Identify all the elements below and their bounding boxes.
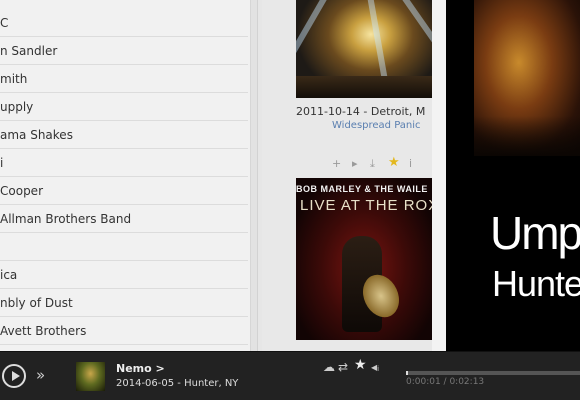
artist-list-item[interactable]: Avett Brothers xyxy=(0,317,248,345)
plus-icon[interactable]: + xyxy=(332,157,341,171)
album-date-venue[interactable]: 2011-10-14 - Detroit, M xyxy=(296,105,446,118)
artist-name: ica xyxy=(0,268,18,282)
artist-sidebar: Cn Sandler mith upply ama Shakes i Cooper Allm… xyxy=(0,0,258,351)
player-bar: » Nemo > 2014-06-05 - Hunter, NY ☁ ⇄ ★ ◂… xyxy=(0,351,580,400)
artist-list-item[interactable]: Cooper xyxy=(0,177,248,205)
artist-name: i xyxy=(0,156,4,170)
time-readout: 0:00:01 / 0:02:13 xyxy=(406,377,485,387)
show-photo xyxy=(474,0,580,156)
app-window: Cn Sandler mith upply ama Shakes i Cooper Allm… xyxy=(0,0,580,400)
artist-list-item[interactable]: upply xyxy=(0,93,248,121)
artist-name: C xyxy=(0,16,9,30)
cloud-icon[interactable]: ☁ xyxy=(323,360,335,374)
artist-list-item[interactable]: mith xyxy=(0,65,248,93)
track-subtitle[interactable]: 2014-06-05 - Hunter, NY xyxy=(116,378,238,389)
progress-bar[interactable] xyxy=(406,371,580,375)
artist-list-item[interactable]: ica xyxy=(0,261,248,289)
play-icon[interactable]: ▸ xyxy=(352,157,358,171)
artist-list-item[interactable]: nbly of Dust xyxy=(0,289,248,317)
album-card[interactable]: BOB MARLEY & THE WAILE LIVE AT THE ROX xyxy=(296,178,446,340)
artist-list-item[interactable]: C xyxy=(0,9,248,37)
artist-list-item[interactable]: i xyxy=(0,149,248,177)
volume-icon[interactable]: ◂ᵢ xyxy=(371,360,379,374)
progress-fill xyxy=(406,371,408,375)
album-artist-link[interactable]: Widespread Panic xyxy=(296,120,446,131)
play-button[interactable] xyxy=(2,364,26,388)
album-actions: + ▸ ⤓ ★ i xyxy=(296,156,432,171)
track-thumbnail[interactable] xyxy=(76,362,105,391)
show-poster: Umph Hunter, xyxy=(446,0,580,362)
album-card[interactable]: 2011-10-14 - Detroit, M Widespread Panic xyxy=(296,0,446,131)
artist-name: Avett Brothers xyxy=(0,324,87,338)
cover-title-text: LIVE AT THE ROX xyxy=(300,197,432,214)
show-subtitle: Hunter, xyxy=(492,263,580,304)
artist-name: mith xyxy=(0,72,28,86)
album-cover[interactable] xyxy=(296,0,432,98)
artist-name: n Sandler xyxy=(0,44,58,58)
track-title[interactable]: Nemo > xyxy=(116,362,165,375)
cover-band-text: BOB MARLEY & THE WAILE xyxy=(296,184,428,194)
artist-name: Allman Brothers Band xyxy=(0,212,132,226)
show-title: Umph xyxy=(490,207,580,259)
artist-name: Cooper xyxy=(0,184,43,198)
info-icon[interactable]: i xyxy=(409,157,412,171)
artist-list-item[interactable] xyxy=(0,233,248,261)
artist-name: upply xyxy=(0,100,34,114)
star-icon[interactable]: ★ xyxy=(354,358,367,372)
repeat-icon[interactable]: ⇄ xyxy=(338,360,348,374)
star-icon[interactable]: ★ xyxy=(388,156,400,170)
album-cover[interactable]: BOB MARLEY & THE WAILE LIVE AT THE ROX xyxy=(296,178,432,340)
skip-forward-icon[interactable]: » xyxy=(36,366,45,384)
artist-list-item[interactable]: Allman Brothers Band xyxy=(0,205,248,233)
artist-name: ama Shakes xyxy=(0,128,73,142)
download-icon[interactable]: ⤓ xyxy=(370,157,375,171)
artist-name: nbly of Dust xyxy=(0,296,73,310)
artist-list-item[interactable]: n Sandler xyxy=(0,37,248,65)
artist-list-item[interactable]: ama Shakes xyxy=(0,121,248,149)
show-detail-overlay: Umph Hunter, xyxy=(432,0,580,378)
